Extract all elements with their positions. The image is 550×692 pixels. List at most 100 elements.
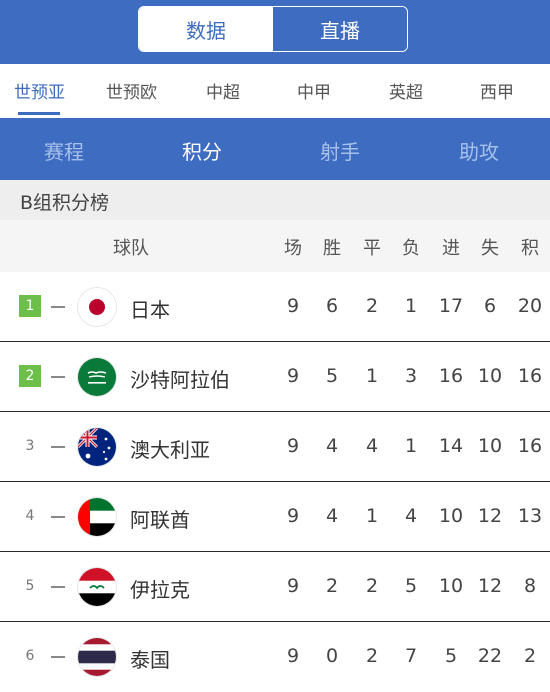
group-title-row: B组积分榜 [0,180,550,220]
rank-number: 3 [25,438,35,454]
tab-live[interactable]: 直播 [273,7,407,51]
trend-icon [51,586,65,588]
drawn-value: 2 [365,575,379,597]
thailand-flag-icon [78,638,116,676]
col-goals-for: 进 [442,238,460,259]
drawn-value: 2 [365,295,379,317]
trend-icon [51,376,65,378]
league-tab-wc-asia[interactable]: 世预亚 [14,78,65,103]
table-row[interactable]: 1 日本 9 6 2 1 17 6 20 [0,272,550,342]
trend-icon [51,446,65,448]
won-value: 2 [325,575,339,597]
drawn-value: 1 [365,365,379,387]
goals-against-value: 10 [477,365,503,387]
goals-against-value: 10 [477,435,503,457]
league-tab-china-league-one[interactable]: 中甲 [297,78,331,103]
col-won: 胜 [323,238,341,259]
goals-for-value: 10 [438,505,464,527]
played-value: 9 [286,365,300,387]
rank-number: 6 [25,648,35,664]
rank-badge: 1 [19,295,41,317]
won-value: 5 [325,365,339,387]
saudi-arabia-flag-icon [78,358,116,396]
table-row[interactable]: 4 阿联酋 9 4 1 4 10 12 13 [0,482,550,552]
col-goals-against: 失 [481,238,499,259]
team-name: 日本 [130,298,170,322]
table-row[interactable]: 5 伊拉克 9 2 2 5 10 12 8 [0,552,550,622]
goals-for-value: 10 [438,575,464,597]
league-tab-la-liga[interactable]: 西甲 [480,78,514,103]
won-value: 0 [325,645,339,667]
rank-number: 5 [25,578,35,594]
top-bar: 数据 直播 [0,0,550,64]
trend-icon [51,656,65,658]
uae-flag-icon [78,498,116,536]
points-value: 20 [517,295,543,317]
lost-value: 4 [404,505,418,527]
points-value: 2 [523,645,537,667]
sub-tabs: 赛程 积分 射手 助攻 [0,118,550,180]
goals-against-value: 12 [477,575,503,597]
drawn-value: 2 [365,645,379,667]
played-value: 9 [286,575,300,597]
col-drawn: 平 [363,238,381,259]
subtab-standings[interactable]: 积分 [182,136,222,165]
goals-for-value: 5 [444,645,458,667]
col-team: 球队 [113,238,149,259]
col-lost: 负 [402,238,420,259]
league-tab-csl[interactable]: 中超 [206,78,240,103]
played-value: 9 [286,295,300,317]
league-tab-wc-europe[interactable]: 世预欧 [106,78,157,103]
points-value: 16 [517,365,543,387]
rank-badge: 2 [19,365,41,387]
japan-flag-icon [78,288,116,326]
table-row[interactable]: 2 沙特阿拉伯 9 5 1 3 16 10 16 [0,342,550,412]
subtab-schedule[interactable]: 赛程 [44,136,84,165]
goals-for-value: 17 [438,295,464,317]
subtab-scorers[interactable]: 射手 [320,136,360,165]
drawn-value: 1 [365,505,379,527]
goals-for-value: 14 [438,435,464,457]
team-name: 泰国 [130,648,170,672]
group-title: B组积分榜 [20,192,110,214]
active-league-indicator [18,112,60,115]
iraq-flag-icon [78,568,116,606]
league-tab-premier-league[interactable]: 英超 [389,78,423,103]
table-row[interactable]: 6 泰国 9 0 2 7 5 22 2 [0,622,550,692]
lost-value: 5 [404,575,418,597]
view-switch: 数据 直播 [138,6,408,52]
goals-against-value: 12 [477,505,503,527]
played-value: 9 [286,645,300,667]
played-value: 9 [286,505,300,527]
team-name: 伊拉克 [130,578,190,602]
team-name: 阿联酋 [130,508,190,532]
col-points: 积 [521,238,539,259]
table-row[interactable]: 3 澳大利亚 9 4 4 1 14 10 16 [0,412,550,482]
lost-value: 7 [404,645,418,667]
table-header: 球队 场 胜 平 负 进 失 积 [0,220,550,272]
rank-number: 4 [25,508,35,524]
team-name: 澳大利亚 [130,438,210,462]
lost-value: 1 [404,435,418,457]
won-value: 4 [325,505,339,527]
won-value: 6 [325,295,339,317]
played-value: 9 [286,435,300,457]
col-played: 场 [284,238,302,259]
subtab-assists[interactable]: 助攻 [459,136,499,165]
points-value: 8 [523,575,537,597]
goals-for-value: 16 [438,365,464,387]
team-name: 沙特阿拉伯 [130,368,230,392]
trend-icon [51,306,65,308]
points-value: 13 [517,505,543,527]
australia-flag-icon [78,428,116,466]
points-value: 16 [517,435,543,457]
goals-against-value: 22 [477,645,503,667]
league-tabs: 世预亚 世预欧 中超 中甲 英超 西甲 [0,64,550,118]
lost-value: 1 [404,295,418,317]
tab-data[interactable]: 数据 [139,7,273,51]
goals-against-value: 6 [483,295,497,317]
trend-icon [51,516,65,518]
won-value: 4 [325,435,339,457]
lost-value: 3 [404,365,418,387]
drawn-value: 4 [365,435,379,457]
